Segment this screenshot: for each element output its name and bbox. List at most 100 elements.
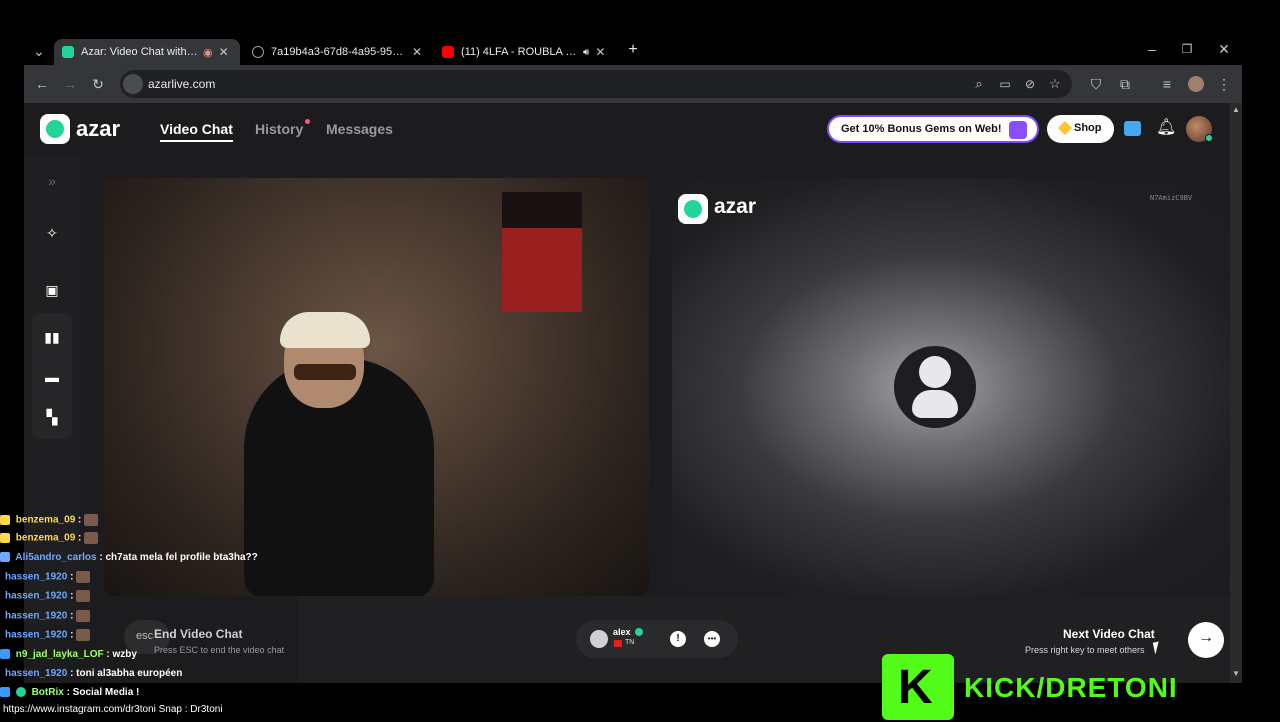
chat-user: hassen_1920 bbox=[5, 668, 68, 679]
history-notification-dot bbox=[305, 119, 310, 124]
scroll-down-icon[interactable]: ▼ bbox=[1232, 669, 1240, 678]
browser-toolbar: ← → ↻ azarlive.com ⌕ ▭ ⊘ ☆ ⛉ ⧉ ≡ ⋮ bbox=[24, 65, 1242, 103]
chat-footer-line: https://www.instagram.com/dr3toni Snap :… bbox=[3, 704, 303, 722]
verified-badge-icon bbox=[15, 687, 26, 698]
shop-label: Shop bbox=[1074, 122, 1102, 134]
youtube-icon bbox=[442, 46, 454, 58]
promo-banner[interactable]: Get 10% Bonus Gems on Web! bbox=[827, 115, 1039, 143]
site-info-icon[interactable] bbox=[123, 74, 143, 94]
profile-avatar[interactable] bbox=[1188, 76, 1204, 92]
report-icon[interactable]: ! bbox=[670, 631, 686, 647]
azar-logo-icon[interactable] bbox=[40, 114, 70, 144]
gems-wallet-icon[interactable] bbox=[1124, 121, 1141, 136]
cast-icon[interactable]: ▭ bbox=[996, 77, 1014, 91]
chat-line: hassen_1920 : bbox=[5, 590, 305, 608]
scroll-up-icon[interactable]: ▲ bbox=[1232, 105, 1240, 114]
kick-badge-icon: K bbox=[882, 654, 954, 720]
shield-extension-icon[interactable]: ⛉ bbox=[1087, 77, 1105, 91]
close-window-icon[interactable]: ✕ bbox=[1215, 42, 1233, 56]
chat-line: n9_jad_layka_LOF : wzby bbox=[0, 649, 300, 667]
back-icon[interactable]: ← bbox=[33, 77, 51, 91]
chat-msg: : toni al3abha européen bbox=[70, 668, 183, 679]
window-top-strip bbox=[0, 0, 1280, 32]
restore-icon[interactable]: ❐ bbox=[1178, 42, 1196, 56]
layout-stacked-icon[interactable]: ▬ bbox=[38, 363, 66, 391]
badge-icon bbox=[0, 649, 10, 660]
chat-user: n9_jad_layka_LOF bbox=[15, 649, 104, 660]
verified-icon bbox=[635, 628, 643, 636]
tab-uuid[interactable]: 7a19b4a3-67d8-4a95-9583-9d4 ✕ bbox=[244, 39, 430, 65]
shop-button[interactable]: Shop bbox=[1047, 115, 1114, 143]
session-watermark: N7AmizC9BV bbox=[1150, 194, 1193, 202]
kebab-menu-icon[interactable]: ⋮ bbox=[1215, 77, 1233, 91]
promo-text: Get 10% Bonus Gems on Web! bbox=[841, 123, 1002, 135]
chat-line: benzema_09 : bbox=[0, 514, 300, 532]
kick-watermark: K KICK/DRETONI bbox=[882, 654, 1198, 720]
tab-strip: ⌄ Azar: Video Chat with New Pe ◉ ✕ 7a19b… bbox=[0, 32, 1280, 65]
chat-user: hassen_1920 bbox=[5, 571, 68, 583]
person-hair bbox=[280, 312, 370, 348]
kick-channel-text: KICK/DRETONI bbox=[964, 672, 1178, 703]
nav-video-chat[interactable]: Video Chat bbox=[160, 121, 233, 142]
magic-wand-icon[interactable]: ✧ bbox=[38, 219, 66, 247]
next-chat-title[interactable]: Next Video Chat bbox=[1063, 627, 1155, 641]
minimize-icon[interactable]: – bbox=[1143, 42, 1161, 56]
chat-line: hassen_1920 : toni al3abha européen bbox=[5, 668, 305, 686]
expand-sidebar-icon[interactable]: » bbox=[38, 167, 66, 195]
partner-placeholder-avatar bbox=[894, 346, 976, 428]
chat-user: hassen_1920 bbox=[5, 629, 68, 641]
reload-icon[interactable]: ↻ bbox=[89, 77, 107, 91]
badge-icon bbox=[0, 687, 10, 698]
brand-name[interactable]: azar bbox=[76, 116, 120, 142]
emote-icon bbox=[76, 571, 91, 583]
new-tab-button[interactable]: + bbox=[624, 42, 642, 58]
partner-avatar-icon bbox=[590, 630, 608, 648]
layout-side-by-side-icon[interactable]: ▮▮ bbox=[38, 323, 66, 351]
wall-flag bbox=[502, 192, 582, 312]
nav-messages[interactable]: Messages bbox=[326, 121, 393, 137]
emote-icon bbox=[84, 532, 99, 544]
chat-user: hassen_1920 bbox=[5, 590, 68, 602]
chat-bubble-icon[interactable]: ••• bbox=[704, 631, 720, 647]
address-bar[interactable]: azarlive.com ⌕ ▭ ⊘ ☆ bbox=[120, 70, 1072, 98]
chat-user: hassen_1920 bbox=[5, 610, 68, 622]
chat-msg: : bbox=[70, 571, 74, 583]
avatar-head bbox=[919, 356, 951, 388]
eye-off-icon[interactable]: ⊘ bbox=[1021, 77, 1039, 91]
online-status-dot bbox=[1205, 134, 1213, 142]
forward-icon[interactable]: → bbox=[61, 77, 79, 91]
site-header: azar Video Chat History Messages Get 10%… bbox=[24, 103, 1230, 155]
chat-msg: : ch7ata mela fel profile bta3ha?? bbox=[99, 552, 258, 563]
page-scrollbar[interactable]: ▲ ▼ bbox=[1230, 103, 1242, 683]
zoom-icon[interactable]: ⌕ bbox=[970, 77, 988, 91]
flag-icon bbox=[614, 640, 622, 647]
chat-line: benzema_09 : bbox=[0, 532, 300, 550]
sticker-icon[interactable]: ▣ bbox=[38, 276, 66, 304]
chat-msg: : bbox=[70, 610, 74, 622]
badge-icon bbox=[0, 552, 10, 563]
chat-msg: : Social Media ! bbox=[66, 687, 140, 698]
chat-msg: : bbox=[70, 629, 74, 641]
globe-icon bbox=[252, 46, 264, 58]
emote-icon bbox=[76, 590, 91, 602]
bookmark-star-icon[interactable]: ☆ bbox=[1046, 77, 1064, 91]
partner-country: TN bbox=[625, 639, 635, 646]
chat-msg: : bbox=[78, 514, 82, 526]
tab-youtube[interactable]: (11) 4LFA - ROUBLA (Official 🔊︎ ✕ bbox=[434, 39, 616, 65]
tab-close-icon[interactable]: ✕ bbox=[412, 45, 422, 59]
tab-close-icon[interactable]: ✕ bbox=[219, 45, 229, 59]
tab-close-icon[interactable]: ✕ bbox=[595, 45, 605, 59]
media-control-icon[interactable]: ≡ bbox=[1158, 77, 1176, 91]
tab-title: (11) 4LFA - ROUBLA (Official bbox=[461, 46, 579, 58]
bell-icon[interactable]: 🔔︎ bbox=[1156, 117, 1176, 137]
next-chat-button[interactable]: → bbox=[1188, 622, 1224, 658]
address-text: azarlive.com bbox=[148, 77, 216, 91]
tab-azar[interactable]: Azar: Video Chat with New Pe ◉ ✕ bbox=[54, 39, 240, 65]
tab-search-chevron-icon[interactable]: ⌄ bbox=[30, 44, 48, 58]
extensions-icon[interactable]: ⧉ bbox=[1116, 77, 1134, 91]
nav-history[interactable]: History bbox=[255, 121, 303, 137]
azar-favicon-icon bbox=[62, 46, 74, 58]
partner-info-pill: alex TN ! ••• bbox=[576, 620, 738, 658]
layout-grid-icon[interactable]: ▚ bbox=[38, 403, 66, 431]
chat-msg: : bbox=[78, 532, 82, 544]
